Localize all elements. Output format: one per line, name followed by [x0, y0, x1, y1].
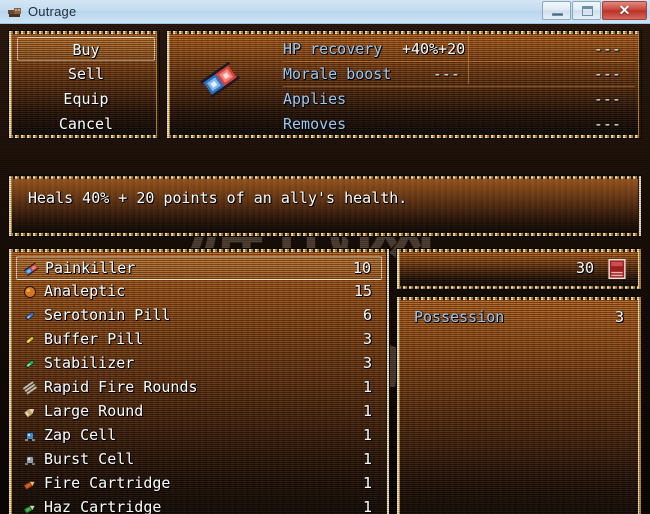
stat-value2-applies: ---	[593, 90, 621, 108]
item-list-row-label: Fire Cartridge	[44, 474, 171, 492]
item-list-row-label: Painkiller	[45, 259, 136, 277]
item-list-row-quantity: 10	[352, 259, 371, 277]
menu-item-equip-label: Equip	[63, 90, 109, 108]
capsule-pill-icon	[200, 61, 240, 99]
application-window: Outrage ✕ 游迅网 xdown.com Buy Sell Equip C…	[0, 0, 650, 514]
item-list-row-label: Large Round	[44, 402, 144, 420]
stat-label-morale-boost: Morale boost	[283, 65, 392, 83]
menu-item-buy[interactable]: Buy	[17, 37, 155, 61]
window-controls: ✕	[541, 1, 647, 21]
stat-value-morale-boost: ---	[432, 65, 460, 83]
item-list-row[interactable]: Buffer Pill 3	[16, 328, 382, 352]
item-list-row[interactable]: Serotonin Pill 6	[16, 304, 382, 328]
stat-label-hp-recovery: HP recovery	[283, 40, 383, 58]
stats-column-divider	[468, 36, 469, 84]
stats-rule-2	[283, 86, 635, 87]
possession-window: Possession 3	[396, 296, 642, 514]
item-list-inner: Painkiller 10 Analeptic 15 Serotonin Pill 6 Bu…	[12, 252, 386, 514]
stat-value2-morale-boost: ---	[593, 65, 621, 83]
item-list-window: Painkiller 10 Analeptic 15 Serotonin Pill 6 Bu…	[8, 248, 390, 514]
green-cartridge-icon	[22, 500, 38, 514]
capsule-red-blue-icon	[23, 261, 40, 277]
item-list-row-label: Haz Cartridge	[44, 498, 162, 514]
blue-pill-icon	[22, 308, 38, 324]
currency-card-icon	[608, 259, 626, 279]
item-list-row-label: Stabilizer	[44, 354, 135, 372]
green-pill-icon	[22, 356, 38, 372]
item-list-row-quantity: 1	[362, 378, 372, 396]
item-list-row-label: Analeptic	[44, 282, 126, 300]
red-cartridge-icon	[22, 476, 38, 492]
item-list-row-label: Burst Cell	[44, 450, 135, 468]
item-list-row-quantity: 15	[353, 282, 372, 300]
possession-inner: Possession 3	[400, 300, 638, 514]
close-button[interactable]: ✕	[602, 1, 647, 20]
item-list-row[interactable]: Painkiller 10	[16, 256, 382, 280]
stat-value2-removes: ---	[593, 115, 621, 133]
minimize-button[interactable]	[542, 1, 571, 20]
game-viewport: 游迅网 xdown.com Buy Sell Equip Cancel	[0, 24, 650, 514]
stat-label-removes: Removes	[283, 115, 347, 133]
title-bar: Outrage ✕	[0, 0, 650, 24]
description-window: Heals 40% + 20 points of an ally's healt…	[8, 175, 642, 237]
menu-item-buy-label: Buy	[72, 41, 100, 59]
stat-row-hp-recovery: HP recovery +40%+20 ---	[170, 37, 638, 62]
item-list-row[interactable]: Zap Cell 1	[16, 424, 382, 448]
item-list-row-quantity: 1	[362, 402, 372, 420]
maximize-icon	[582, 6, 593, 16]
stats-rule-1	[283, 61, 635, 62]
grey-cell-icon	[22, 452, 38, 468]
item-list-row-label: Rapid Fire Rounds	[44, 378, 198, 396]
gold-window: 30	[396, 248, 642, 290]
blue-cell-icon	[22, 428, 38, 444]
item-list-row-quantity: 1	[362, 498, 372, 514]
close-icon: ✕	[618, 2, 631, 18]
yellow-pill-icon	[22, 332, 38, 348]
item-list-row-quantity: 1	[362, 474, 372, 492]
menu-item-equip[interactable]: Equip	[17, 87, 155, 111]
possession-value: 3	[614, 308, 624, 326]
app-icon	[8, 8, 21, 17]
stat-label-applies: Applies	[283, 90, 347, 108]
item-list-row[interactable]: Large Round 1	[16, 400, 382, 424]
item-list-row[interactable]: Burst Cell 1	[16, 448, 382, 472]
menu-item-cancel-label: Cancel	[58, 115, 114, 133]
minimize-icon	[552, 13, 563, 16]
item-list-row-quantity: 6	[362, 306, 372, 324]
stat-row-removes: Removes ---	[170, 112, 638, 135]
item-list-row[interactable]: Analeptic 15	[16, 280, 382, 304]
item-list-row[interactable]: Haz Cartridge 1	[16, 496, 382, 514]
description-inner: Heals 40% + 20 points of an ally's healt…	[12, 179, 638, 233]
possession-label: Possession	[414, 308, 505, 326]
item-list-row-quantity: 1	[362, 450, 372, 468]
menu-item-sell-label: Sell	[67, 65, 105, 83]
item-list-row-label: Buffer Pill	[44, 330, 144, 348]
menu-item-sell[interactable]: Sell	[17, 62, 155, 86]
description-text: Heals 40% + 20 points of an ally's healt…	[28, 189, 408, 207]
menu-item-cancel[interactable]: Cancel	[17, 112, 155, 135]
item-list-row[interactable]: Stabilizer 3	[16, 352, 382, 376]
orange-sphere-icon	[22, 284, 38, 300]
item-list-row-quantity: 3	[362, 354, 372, 372]
command-menu-window: Buy Sell Equip Cancel	[8, 30, 160, 139]
stat-value-hp-recovery: +40%+20	[402, 40, 466, 58]
large-bullet-icon	[22, 404, 38, 420]
item-list-row-quantity: 3	[362, 330, 372, 348]
gold-value: 30	[575, 259, 594, 277]
item-list-row-label: Serotonin Pill	[44, 306, 171, 324]
gold-inner: 30	[400, 252, 638, 286]
item-list-row[interactable]: Fire Cartridge 1	[16, 472, 382, 496]
command-menu-inner: Buy Sell Equip Cancel	[12, 34, 156, 135]
item-stats-window: HP recovery +40%+20 --- Morale boost ---…	[166, 30, 642, 139]
stat-row-morale-boost: Morale boost --- ---	[170, 62, 638, 87]
bullet-stack-icon	[22, 380, 38, 396]
item-list-row-quantity: 1	[362, 426, 372, 444]
item-stats-inner: HP recovery +40%+20 --- Morale boost ---…	[170, 34, 638, 135]
stat-row-applies: Applies ---	[170, 87, 638, 112]
window-title: Outrage	[28, 4, 77, 19]
stat-value2-hp-recovery: ---	[593, 40, 621, 58]
maximize-button[interactable]	[572, 1, 601, 20]
item-list-row-label: Zap Cell	[44, 426, 117, 444]
item-list-row[interactable]: Rapid Fire Rounds 1	[16, 376, 382, 400]
